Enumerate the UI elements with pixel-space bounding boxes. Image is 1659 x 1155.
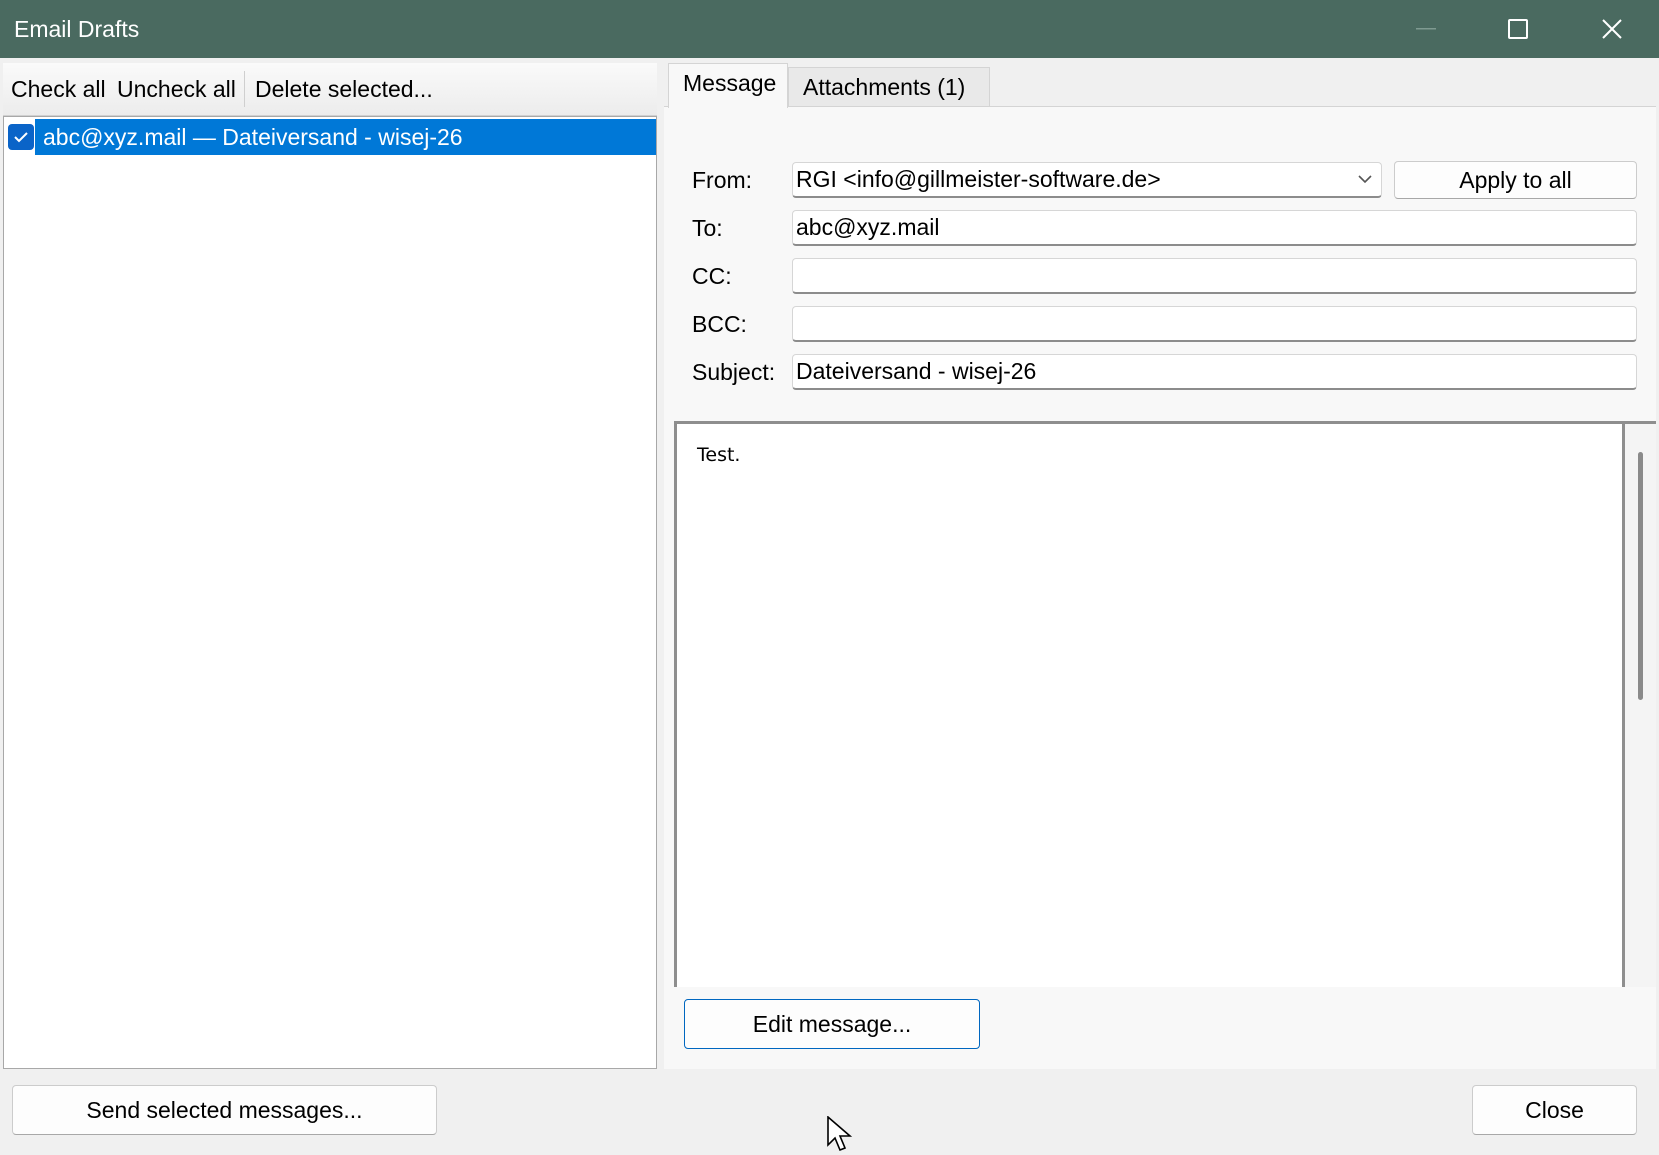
bcc-field[interactable] (792, 306, 1637, 342)
edit-message-button[interactable]: Edit message... (684, 999, 980, 1049)
to-label: To: (692, 215, 723, 241)
maximize-icon (1508, 19, 1528, 39)
chevron-down-icon (1358, 175, 1372, 184)
minimize-icon (1416, 28, 1436, 30)
delete-selected-button[interactable]: Delete selected... (247, 63, 441, 115)
drafts-pane: Check all Uncheck all Delete selected...… (3, 63, 657, 1069)
message-tab-panel: From: RGI <info@gillmeister-software.de>… (664, 106, 1656, 1069)
close-button[interactable]: Close (1472, 1085, 1637, 1135)
send-selected-button[interactable]: Send selected messages... (12, 1085, 437, 1135)
drafts-list[interactable]: abc@xyz.mail — Dateiversand - wisej-26 (3, 116, 657, 1069)
subject-label: Subject: (692, 359, 776, 385)
apply-to-all-button[interactable]: Apply to all (1394, 161, 1637, 199)
subject-field[interactable]: Dateiversand - wisej-26 (792, 354, 1637, 390)
bcc-label: BCC: (692, 311, 747, 337)
draft-label[interactable]: abc@xyz.mail — Dateiversand - wisej-26 (35, 119, 656, 155)
scrollbar-thumb[interactable] (1638, 452, 1643, 700)
check-all-button[interactable]: Check all (3, 63, 114, 115)
cc-label: CC: (692, 263, 732, 289)
to-field[interactable]: abc@xyz.mail (792, 210, 1637, 246)
checkmark-icon (14, 132, 28, 143)
window-title: Email Drafts (14, 16, 140, 42)
maximize-button[interactable] (1472, 0, 1564, 58)
list-item[interactable]: abc@xyz.mail — Dateiversand - wisej-26 (4, 119, 656, 155)
from-select[interactable]: RGI <info@gillmeister-software.de> (792, 162, 1382, 198)
close-window-button[interactable] (1564, 0, 1659, 58)
tab-message[interactable]: Message (668, 63, 788, 108)
message-body[interactable]: Test. (674, 421, 1656, 987)
drafts-toolbar: Check all Uncheck all Delete selected... (3, 63, 657, 116)
cc-field[interactable] (792, 258, 1637, 294)
draft-checkbox[interactable] (8, 124, 34, 150)
from-value: RGI <info@gillmeister-software.de> (796, 166, 1161, 192)
title-bar[interactable]: Email Drafts (0, 0, 1659, 58)
close-icon (1601, 19, 1622, 39)
toolbar-separator (244, 71, 245, 107)
message-body-text: Test. (697, 444, 741, 466)
minimize-button[interactable] (1380, 0, 1472, 58)
tab-attachments[interactable]: Attachments (1) (788, 67, 990, 107)
from-label: From: (692, 167, 753, 193)
email-drafts-window: Email Drafts Check all Uncheck all Delet… (0, 0, 1659, 1155)
message-scrollbar[interactable] (1622, 424, 1656, 987)
tab-strip: Message Attachments (1) (662, 63, 1656, 108)
message-pane: Message Attachments (1) From: RGI <info@… (662, 63, 1656, 1069)
uncheck-all-button[interactable]: Uncheck all (109, 63, 244, 115)
mouse-pointer-icon (827, 1116, 853, 1152)
